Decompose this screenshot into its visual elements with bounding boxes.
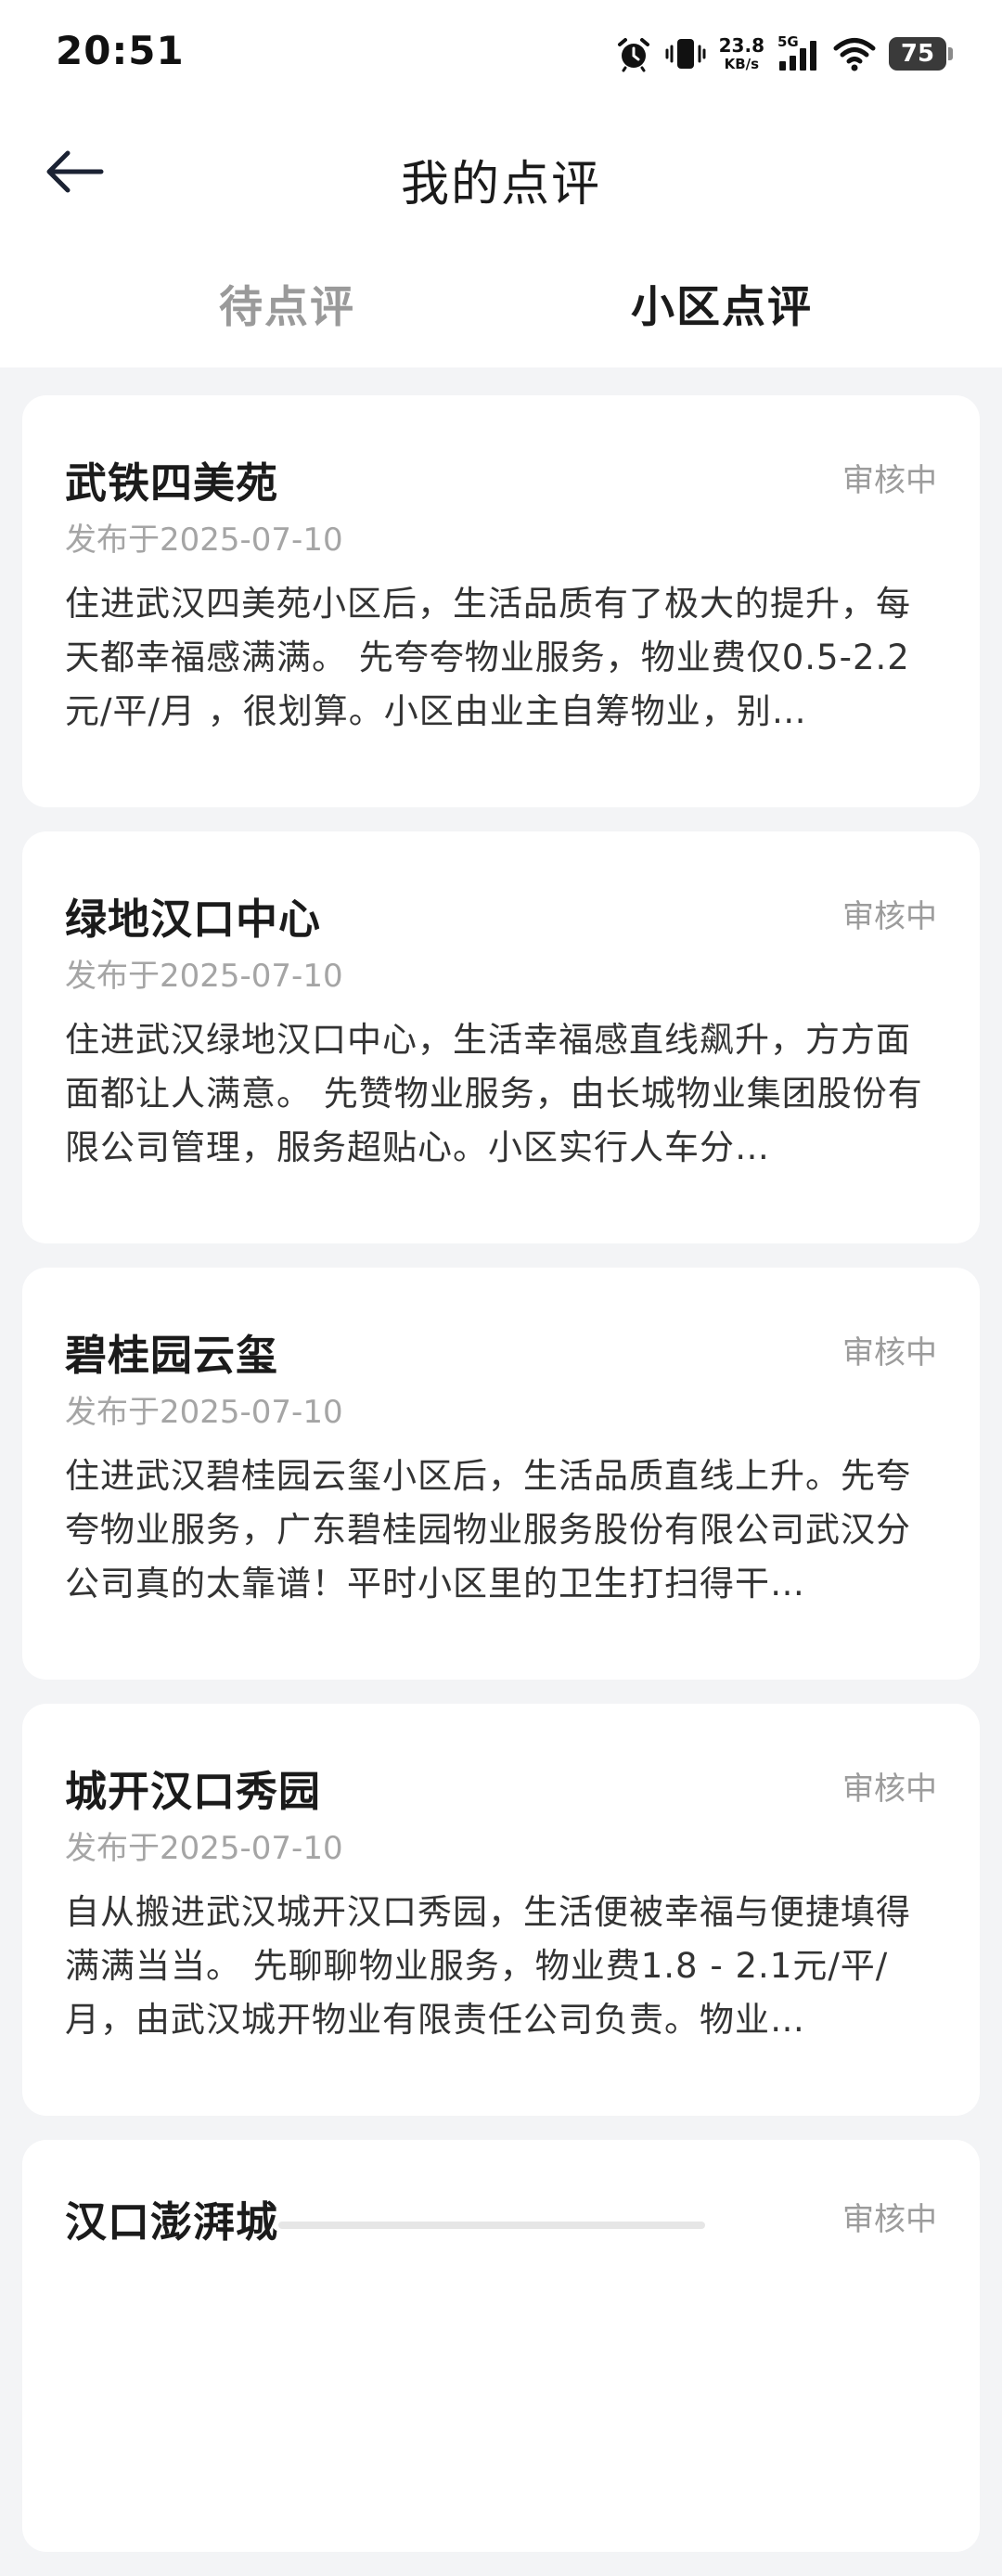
net-speed-unit: KB/s	[724, 56, 760, 72]
review-date: 发布于2025-07-10	[65, 1830, 343, 1867]
review-card[interactable]: 碧桂园云玺 审核中 发布于2025-07-10 住进武汉碧桂园云玺小区后，生活品…	[22, 1268, 980, 1680]
review-status: 审核中	[842, 1334, 937, 1372]
status-bar: 20:51 23.8 KB/s 5G 75	[0, 0, 1002, 109]
tab-pending-review[interactable]: 待点评	[219, 271, 355, 335]
review-title: 汉口澎湃城	[65, 2197, 279, 2247]
review-title: 城开汉口秀园	[65, 1767, 322, 1816]
net-speed-value: 23.8	[718, 34, 764, 57]
vibrate-icon	[665, 35, 706, 72]
review-status: 审核中	[842, 1771, 937, 1808]
review-body: 住进武汉碧桂园云玺小区后，生活品质直线上升。先夸夸物业服务，广东碧桂园物业服务股…	[65, 1456, 911, 1604]
review-card[interactable]: 汉口澎湃城 审核中	[22, 2140, 980, 2552]
tab-community-review[interactable]: 小区点评	[631, 271, 813, 335]
net-speed: 23.8 KB/s	[719, 36, 764, 71]
page-title: 我的点评	[400, 157, 601, 213]
review-list: 武铁四美苑 审核中 发布于2025-07-10 住进武汉四美苑小区后，生活品质有…	[22, 395, 980, 2576]
top-panel: 20:51 23.8 KB/s 5G 75 我的点评 待点评 小区点评	[0, 0, 1002, 367]
review-title: 武铁四美苑	[65, 458, 279, 508]
review-card[interactable]: 武铁四美苑 审核中 发布于2025-07-10 住进武汉四美苑小区后，生活品质有…	[22, 395, 980, 807]
status-time: 20:51	[56, 28, 185, 73]
review-status: 审核中	[842, 2201, 937, 2238]
tab-bar: 待点评 小区点评	[0, 260, 1002, 343]
signal-icon: 5G	[777, 35, 820, 72]
review-body: 住进武汉绿地汉口中心，生活幸福感直线飙升，方方面面都让人满意。 先赞物业服务，由…	[65, 1020, 923, 1167]
review-body: 住进武汉四美苑小区后，生活品质有了极大的提升，每天都幸福感满满。 先夸夸物业服务…	[65, 584, 911, 731]
review-body: 自从搬进武汉城开汉口秀园，生活便被幸福与便捷填得满满当当。 先聊聊物业服务，物业…	[65, 1892, 911, 2040]
nav-header: 我的点评	[0, 121, 1002, 223]
review-title: 绿地汉口中心	[65, 895, 322, 944]
review-title: 碧桂园云玺	[65, 1331, 279, 1380]
battery-icon: 75	[889, 37, 953, 71]
review-card[interactable]: 绿地汉口中心 审核中 发布于2025-07-10 住进武汉绿地汉口中心，生活幸福…	[22, 831, 980, 1243]
scroll-indicator	[278, 2222, 705, 2229]
review-date: 发布于2025-07-10	[65, 522, 343, 559]
wifi-icon	[833, 35, 876, 72]
review-date: 发布于2025-07-10	[65, 958, 343, 995]
review-status: 审核中	[842, 898, 937, 935]
review-status: 审核中	[842, 462, 937, 499]
tab-community-label: 小区点评	[631, 282, 813, 333]
review-date: 发布于2025-07-10	[65, 1394, 343, 1431]
review-card[interactable]: 城开汉口秀园 审核中 发布于2025-07-10 自从搬进武汉城开汉口秀园，生活…	[22, 1704, 980, 2116]
status-icons: 23.8 KB/s 5G 75	[615, 28, 953, 80]
alarm-icon	[615, 35, 652, 72]
